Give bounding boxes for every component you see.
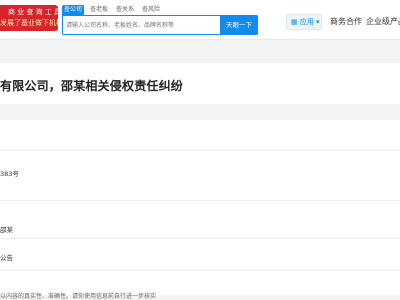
doc-type-value: 公告: [0, 254, 13, 262]
logo-line2: 发展了基业做下机构: [0, 19, 58, 27]
site-logo[interactable]: 商 业 查 询 工 具 发展了基业做下机构: [0, 5, 58, 31]
search-area: 查公司 查老板 查关系 查风险 天眼一下: [62, 5, 258, 35]
divider: [0, 270, 400, 271]
case-detail-card: 383号 邵某 公告: [0, 120, 400, 295]
apps-button[interactable]: ▦ 应用 ▾: [286, 14, 322, 30]
search-box: 天眼一下: [62, 15, 258, 35]
logo-line1: 商 业 查 询 工 具: [8, 8, 58, 16]
tab-boss[interactable]: 查老板: [88, 5, 110, 15]
case-number-value: 383号: [0, 170, 19, 178]
divider: [0, 238, 400, 239]
page-title: 有限公司，邵某相关侵权责任纠纷: [0, 79, 184, 93]
divider: [0, 200, 400, 201]
tab-company[interactable]: 查公司: [62, 5, 85, 15]
tab-relation[interactable]: 查关系: [114, 5, 136, 15]
tab-risk[interactable]: 查风险: [140, 5, 162, 15]
search-tabs: 查公司 查老板 查关系 查风险: [62, 5, 162, 15]
divider: [0, 150, 400, 151]
nav-business-cooperation[interactable]: 商务合作: [330, 16, 362, 28]
party-value: 邵某: [0, 226, 13, 234]
disclaimer-text: 以内容的真实性、准确性。请你使用信息前自行进一步核实: [0, 293, 157, 300]
apps-label: 应用: [299, 18, 314, 26]
search-input[interactable]: [66, 18, 216, 32]
apps-grid-icon: ▦: [291, 18, 298, 26]
search-button[interactable]: 天眼一下: [220, 15, 258, 35]
top-bar: 商 业 查 询 工 具 发展了基业做下机构 查公司 查老板 查关系 查风险 天眼…: [0, 0, 400, 40]
chevron-down-icon: ▾: [316, 18, 320, 26]
nav-enterprise-products[interactable]: 企业级产品: [366, 16, 400, 28]
